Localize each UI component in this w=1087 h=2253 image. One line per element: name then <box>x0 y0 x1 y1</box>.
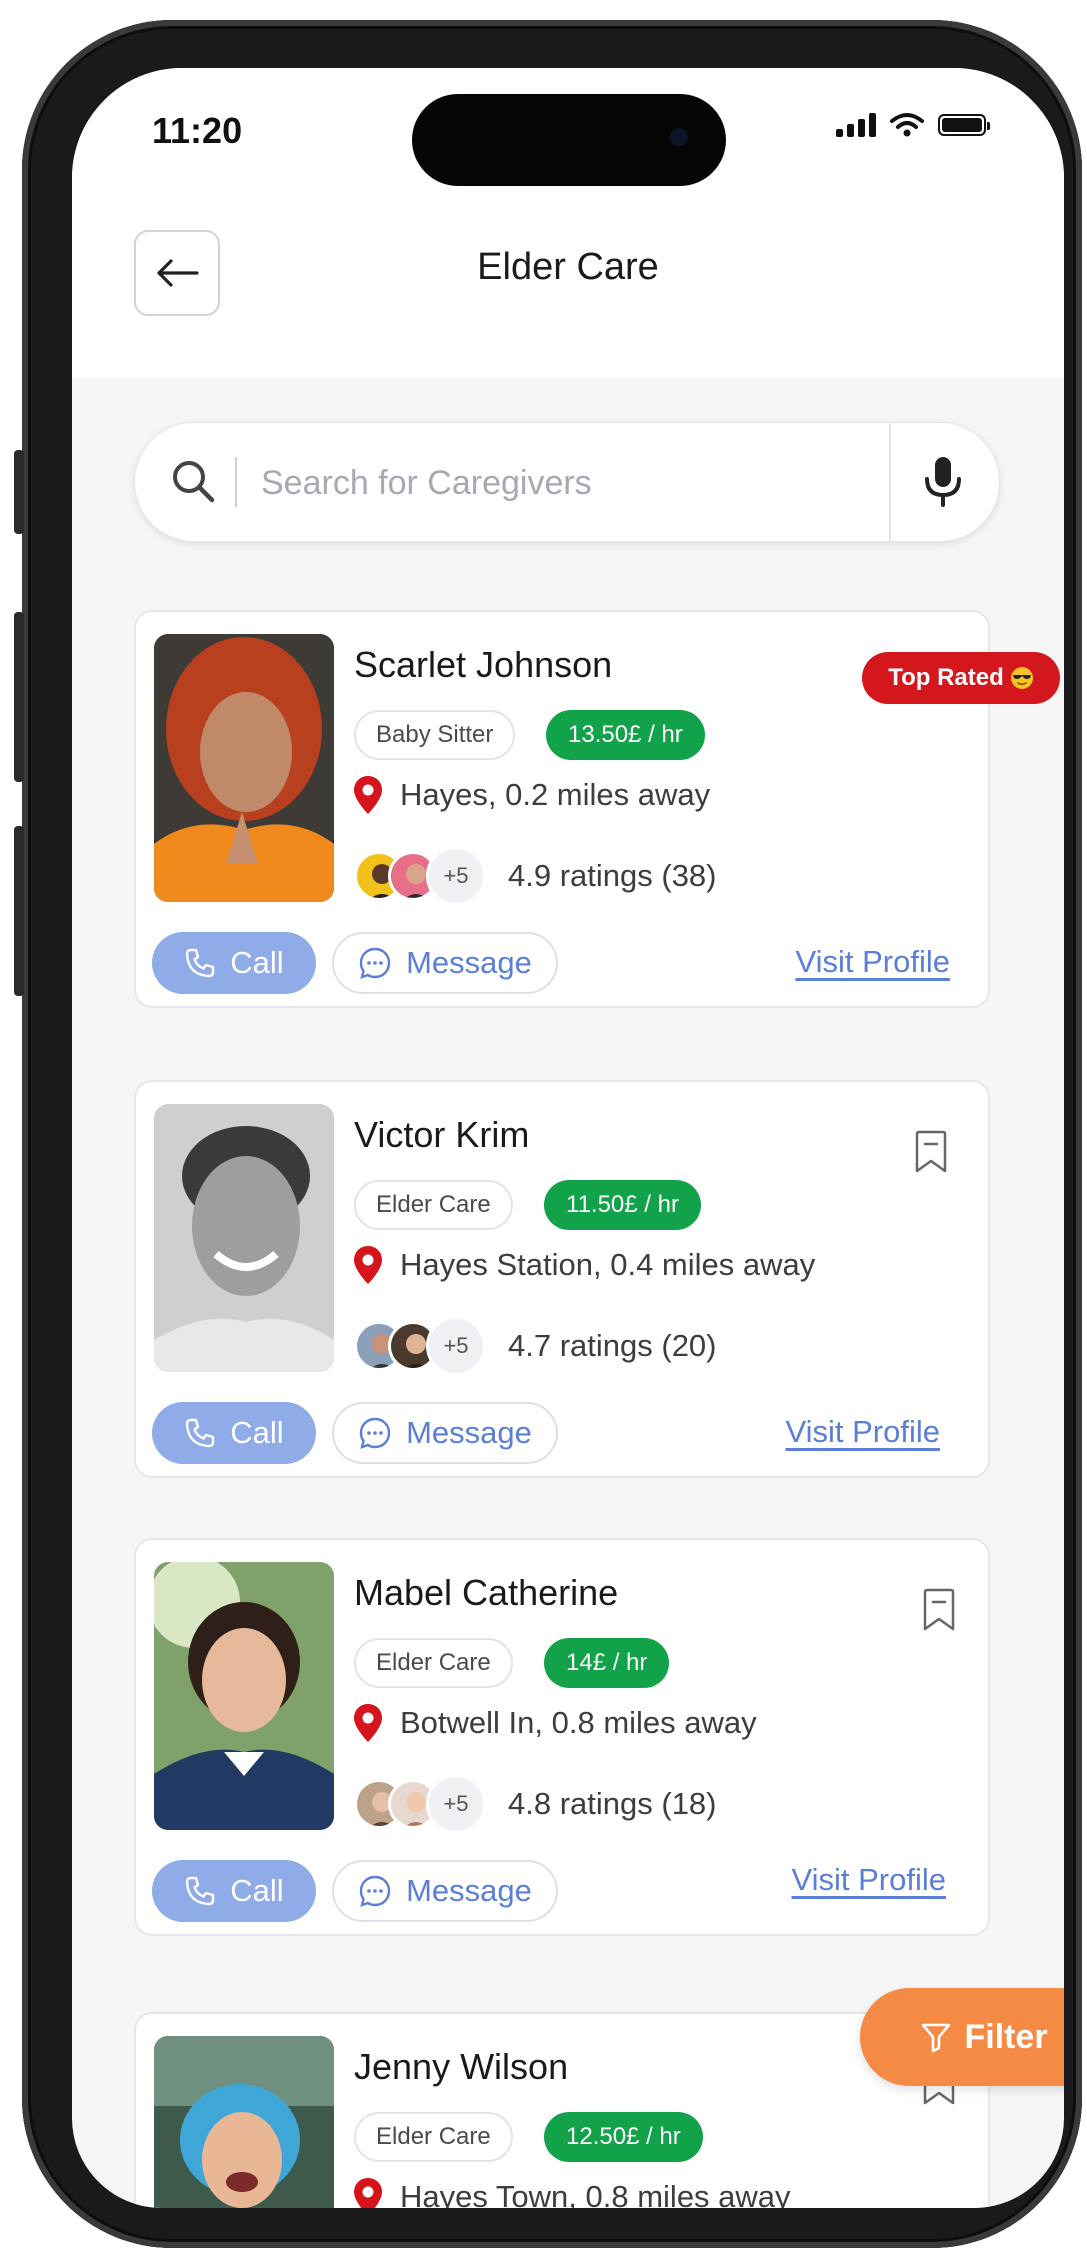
chat-bubble-icon <box>359 947 391 979</box>
location: Botwell In, 0.8 miles away <box>354 1704 757 1742</box>
mute-switch <box>14 450 24 534</box>
sunglasses-emoji-icon <box>1010 667 1033 689</box>
dynamic-island <box>412 94 726 186</box>
app-screen: 11:20 Elder Care Search for Caregivers S… <box>72 68 1064 2208</box>
filter-funnel-icon <box>922 2023 951 2053</box>
caregiver-photo <box>154 2036 334 2208</box>
volume-down-button <box>14 826 24 996</box>
page-title: Elder Care <box>477 246 659 288</box>
location: Hayes, 0.2 miles away <box>354 776 710 814</box>
volume-up-button <box>14 612 24 782</box>
visit-profile-link[interactable]: Visit Profile <box>792 1862 947 1898</box>
phone-icon <box>186 1876 215 1906</box>
ratings-text: 4.9 ratings (38) <box>508 858 717 893</box>
search-icon <box>173 461 215 503</box>
caregiver-name: Mabel Catherine <box>354 1572 619 1613</box>
call-button[interactable]: Call <box>152 1860 316 1922</box>
call-button[interactable]: Call <box>152 1402 316 1464</box>
location-text: Botwell In, 0.8 miles away <box>400 1705 757 1740</box>
more-raters-count: +5 <box>426 1774 486 1834</box>
location-pin-icon <box>354 776 382 814</box>
message-button[interactable]: Message <box>332 1860 558 1922</box>
ratings-row: +5 4.9 ratings (38) <box>354 846 717 906</box>
phone-icon <box>186 948 215 978</box>
status-time: 11:20 <box>152 110 243 151</box>
call-label: Call <box>230 1873 284 1908</box>
service-tag: Baby Sitter <box>354 710 516 760</box>
filter-button[interactable]: Filter <box>860 1988 1064 2086</box>
service-tag: Elder Care <box>354 1180 513 1230</box>
service-tag: Elder Care <box>354 2112 513 2162</box>
caregiver-name: Scarlet Johnson <box>354 644 613 685</box>
caregiver-photo <box>154 1104 334 1372</box>
caregiver-card[interactable]: Scarlet Johnson Baby Sitter 13.50£ / hr … <box>134 610 990 1008</box>
battery-icon <box>938 114 990 136</box>
chat-bubble-icon <box>359 1875 391 1907</box>
price-badge: 11.50£ / hr <box>544 1180 701 1230</box>
price-badge: 12.50£ / hr <box>544 2112 703 2162</box>
phone-icon <box>186 1418 215 1448</box>
caregiver-photo <box>154 634 334 902</box>
more-raters-count: +5 <box>426 1316 486 1376</box>
location-pin-icon <box>354 1704 382 1742</box>
message-button[interactable]: Message <box>332 1402 558 1464</box>
signal-icon <box>836 113 876 137</box>
visit-profile-link[interactable]: Visit Profile <box>786 1414 941 1450</box>
caregiver-name: Jenny Wilson <box>354 2046 569 2087</box>
caregiver-card[interactable]: Victor Krim Elder Care 11.50£ / hr Hayes… <box>134 1080 990 1478</box>
more-raters-count: +5 <box>426 846 486 906</box>
microphone-icon[interactable] <box>921 455 965 511</box>
search-bar[interactable] <box>134 422 1000 542</box>
location-pin-icon <box>354 2178 382 2208</box>
caregiver-photo <box>154 1562 334 1830</box>
message-label: Message <box>406 1415 532 1450</box>
visit-profile-link[interactable]: Visit Profile <box>796 944 951 980</box>
location: Hayes Town, 0.8 miles away <box>354 2178 791 2208</box>
call-button[interactable]: Call <box>152 932 316 994</box>
ratings-row: +5 4.7 ratings (20) <box>354 1316 717 1376</box>
price-badge: 13.50£ / hr <box>546 710 705 760</box>
ratings-row: +5 4.8 ratings (18) <box>354 1774 717 1834</box>
ratings-text: 4.7 ratings (20) <box>508 1328 717 1363</box>
location-text: Hayes Town, 0.8 miles away <box>400 2179 791 2208</box>
chat-bubble-icon <box>359 1417 391 1449</box>
location: Hayes Station, 0.4 miles away <box>354 1246 815 1284</box>
message-label: Message <box>406 1873 532 1908</box>
mic-divider <box>889 423 891 541</box>
top-rated-label: Top Rated <box>888 664 1004 691</box>
call-label: Call <box>230 945 284 980</box>
price-badge: 14£ / hr <box>544 1638 670 1688</box>
search-divider <box>235 457 237 507</box>
top-rated-badge: Top Rated <box>862 652 1060 704</box>
service-tag: Elder Care <box>354 1638 513 1688</box>
wifi-icon <box>890 113 924 137</box>
bookmark-icon[interactable] <box>922 1588 956 1632</box>
status-icons <box>836 112 990 138</box>
message-button[interactable]: Message <box>332 932 558 994</box>
location-pin-icon <box>354 1246 382 1284</box>
filter-label: Filter <box>964 2017 1048 2056</box>
message-label: Message <box>406 945 532 980</box>
caregiver-name: Victor Krim <box>354 1114 530 1155</box>
call-label: Call <box>230 1415 284 1450</box>
bookmark-icon[interactable] <box>914 1130 948 1174</box>
caregiver-card[interactable]: Mabel Catherine Elder Care 14£ / hr Botw… <box>134 1538 990 1936</box>
search-input[interactable] <box>259 453 823 513</box>
location-text: Hayes Station, 0.4 miles away <box>400 1247 816 1282</box>
ratings-text: 4.8 ratings (18) <box>508 1786 717 1821</box>
location-text: Hayes, 0.2 miles away <box>400 777 711 812</box>
